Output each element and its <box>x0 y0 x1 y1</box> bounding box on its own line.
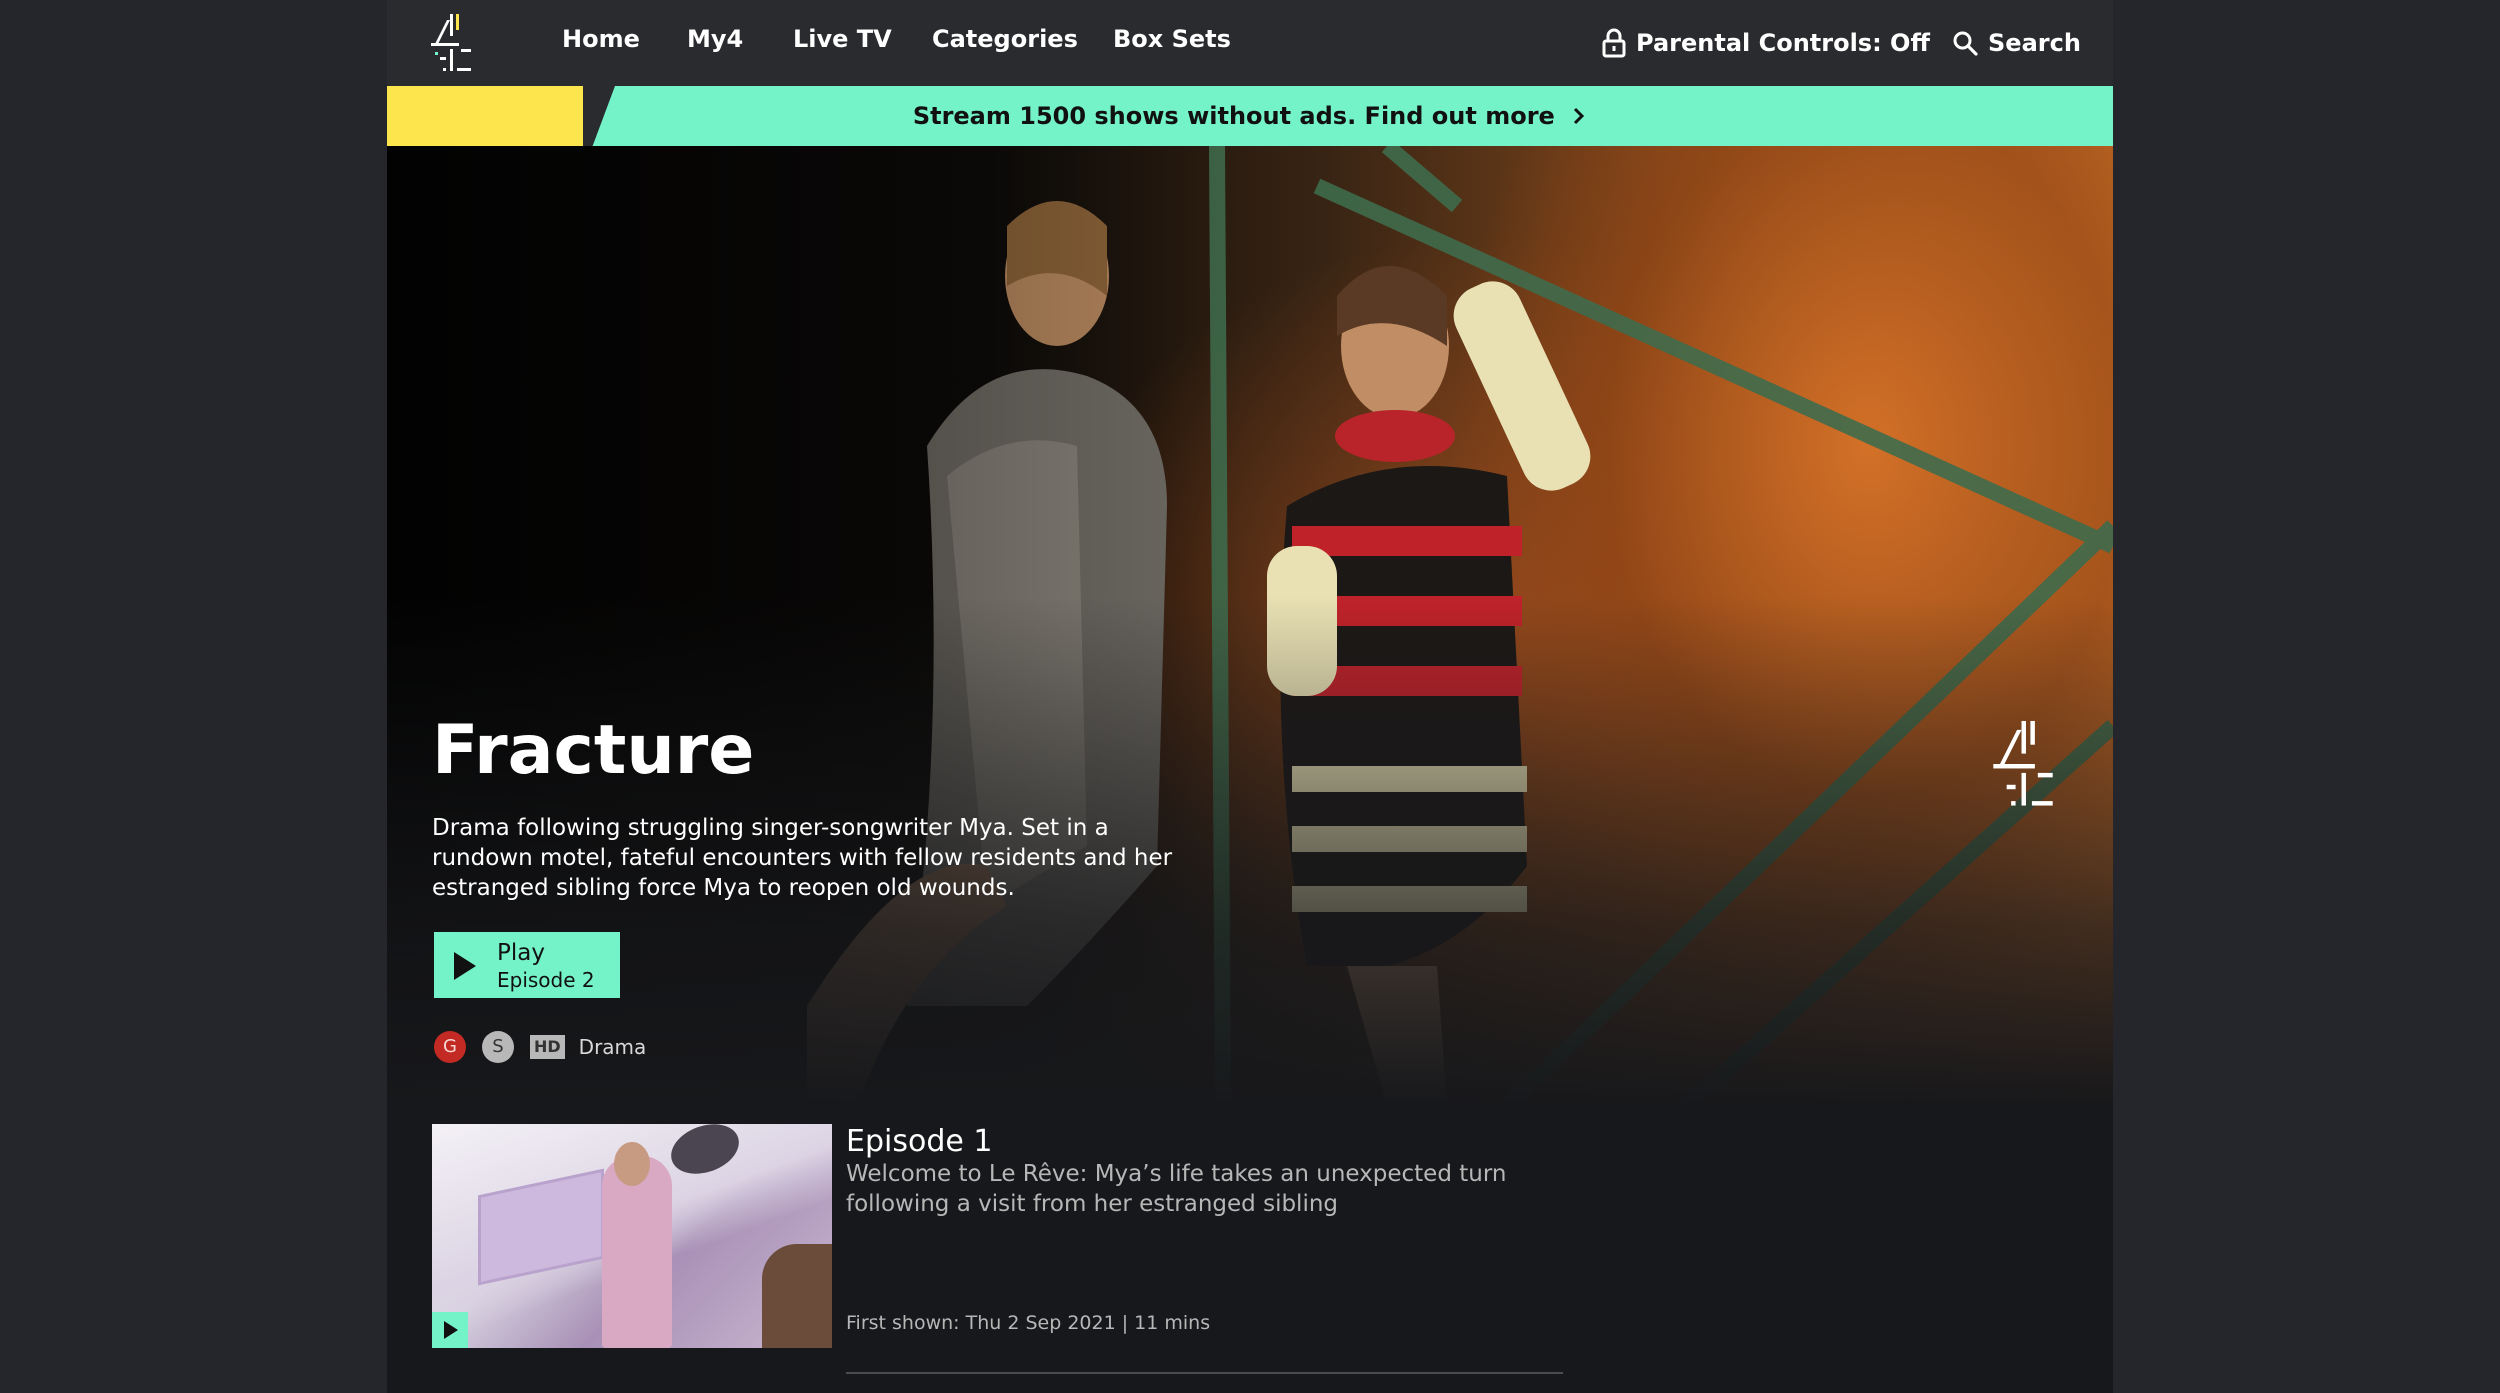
hero: Fracture Drama following struggling sing… <box>387 146 2113 1146</box>
promo-link[interactable]: Stream 1500 shows without ads. Find out … <box>387 86 2113 146</box>
channel4-watermark-icon <box>1993 720 2053 806</box>
nav-categories[interactable]: Categories <box>932 0 1078 86</box>
promo-text: Stream 1500 shows without ads. Find out … <box>912 102 1555 130</box>
rating-badge: G <box>434 1031 466 1063</box>
show-badges: G S HD Drama <box>434 1030 646 1064</box>
nav-my4[interactable]: My4 <box>687 0 743 86</box>
episode-card[interactable]: Episode 1 Welcome to Le Rêve: Mya’s life… <box>432 1124 1957 1374</box>
thumbnail-play-icon[interactable] <box>432 1312 468 1348</box>
play-icon <box>454 952 476 980</box>
search-button[interactable]: Search <box>1952 0 2081 86</box>
show-description: Drama following struggling singer-songwr… <box>432 815 1173 901</box>
parental-controls-button[interactable]: Parental Controls: Off <box>1602 0 1930 86</box>
page: Home My4 Live TV Categories Box Sets Par… <box>387 0 2113 1393</box>
thumb-head <box>614 1142 650 1186</box>
promo-banner[interactable]: Stream 1500 shows without ads. Find out … <box>387 86 2113 146</box>
nav-box-sets[interactable]: Box Sets <box>1113 0 1231 86</box>
search-label: Search <box>1988 29 2081 57</box>
nav-home[interactable]: Home <box>562 0 640 86</box>
play-label: Play <box>497 940 545 966</box>
nav-live-tv[interactable]: Live TV <box>793 0 892 86</box>
hero-bottom-fade <box>387 146 2113 1146</box>
parental-controls-label: Parental Controls: Off <box>1636 29 1930 57</box>
subtitles-badge: S <box>482 1031 514 1063</box>
episode-thumbnail[interactable] <box>432 1124 832 1348</box>
show-title: Fracture <box>432 711 755 790</box>
episode-meta: First shown: Thu 2 Sep 2021 | 11 mins <box>846 1312 1211 1334</box>
play-episode-label: Episode 2 <box>497 968 595 992</box>
top-navigation: Home My4 Live TV Categories Box Sets Par… <box>387 0 2113 86</box>
channel4-logo-icon[interactable] <box>427 12 475 74</box>
play-button[interactable]: Play Episode 2 <box>434 932 620 998</box>
hd-badge: HD <box>530 1035 565 1059</box>
genre-label: Drama <box>578 1035 647 1059</box>
episode-title[interactable]: Episode 1 <box>846 1124 992 1159</box>
thumb-doorway <box>762 1244 832 1348</box>
search-icon <box>1953 31 1978 56</box>
episode-description: Welcome to Le Rêve: Mya’s life takes an … <box>846 1161 1507 1217</box>
padlock-icon <box>1602 28 1626 58</box>
chevron-right-icon <box>1574 107 1585 125</box>
episode-divider <box>846 1372 1563 1374</box>
